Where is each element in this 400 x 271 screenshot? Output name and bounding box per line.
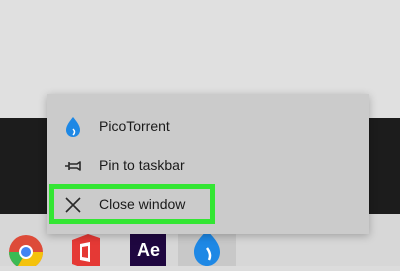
close-window-item[interactable]: Close window [47,188,369,222]
jump-list-item-app[interactable]: PicoTorrent [47,110,369,144]
close-icon [65,197,81,213]
chrome-icon [9,235,43,269]
pin-to-taskbar-item[interactable]: Pin to taskbar [47,149,369,183]
ae-text: Ae [137,240,160,260]
jump-list-app-label: PicoTorrent [99,118,170,134]
picotorrent-icon [66,117,80,137]
pin-icon [65,161,81,171]
taskbar-app-chrome[interactable] [6,228,46,269]
pin-to-taskbar-label: Pin to taskbar [99,157,185,173]
jump-list-menu: PicoTorrent Pin to taskbar Close window [47,94,369,234]
close-window-label: Close window [99,196,186,212]
